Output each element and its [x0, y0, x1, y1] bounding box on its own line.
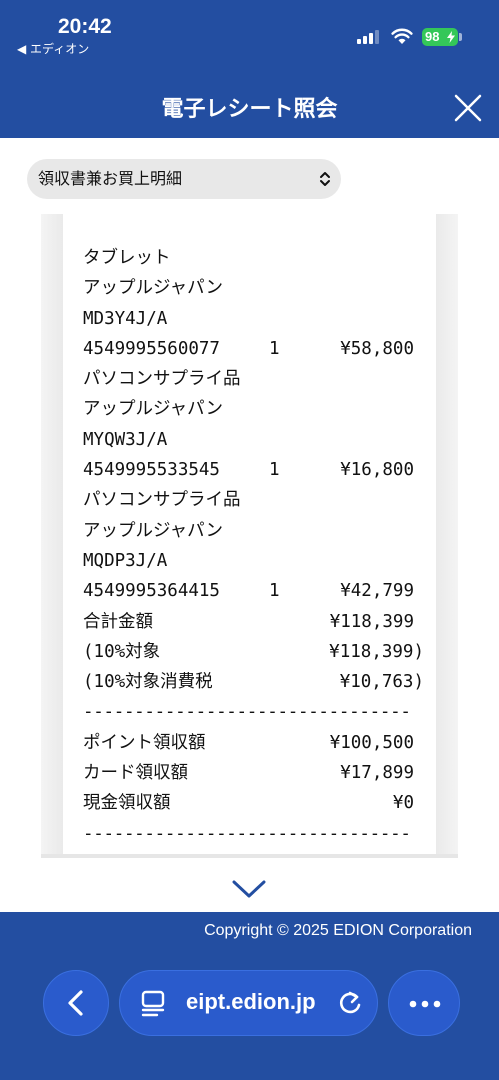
receipt-line-amount: ¥42,799 — [340, 581, 414, 602]
chevron-updown-icon — [320, 172, 330, 186]
receipt-line: MD3Y4J/A — [83, 304, 423, 334]
chevron-down-icon[interactable] — [231, 876, 267, 902]
receipt-line-text: タブレット — [83, 248, 171, 268]
receipt-line: アップルジャパン — [83, 516, 423, 546]
receipt-line-text: 4549995560077 — [83, 338, 220, 359]
receipt-line: ポイント領収額 ¥100,500 — [83, 728, 423, 758]
close-icon[interactable] — [452, 92, 484, 124]
back-button[interactable] — [43, 970, 109, 1036]
receipt-line-text: 現金領収額 — [83, 793, 171, 814]
receipt-line: アップルジャパン — [83, 273, 423, 303]
receipt-line-qty: 1 — [269, 338, 280, 359]
receipt-line-qty: 1 — [269, 460, 280, 481]
receipt-line: (10%対象 ¥118,399) — [83, 637, 424, 667]
receipt-line: パソコンサプライ品 — [83, 485, 423, 515]
receipt-line: 現金領収額 ¥0 — [83, 788, 423, 818]
page-title: 電子レシート照会 — [161, 97, 338, 122]
receipt-paper[interactable]: タブレットアップルジャパン MD3Y4J/A 4549995560077 1 ¥58,8… — [63, 214, 436, 856]
back-arrow-icon — [68, 990, 83, 1016]
receipt-type-value: 領収書兼お買上明細 — [38, 169, 183, 188]
receipt-line-text: -------------------------------- — [83, 823, 411, 844]
back-to-app-link[interactable]: ◀ エディオン — [17, 40, 89, 57]
receipt-shadow-left — [41, 214, 63, 856]
url-text: eipt.edion.jp — [186, 989, 316, 1014]
receipt-edge — [41, 854, 458, 858]
receipt-line: カード領収額 ¥17,899 — [83, 758, 423, 788]
receipt-line-text: (10%対象 — [83, 641, 161, 662]
receipt-line: MQDP3J/A — [83, 546, 423, 576]
tabs-icon — [141, 990, 165, 1017]
receipt-line-text: MYQW3J/A — [83, 429, 168, 450]
receipt-line-amount: ¥17,899 — [340, 763, 414, 784]
receipt-line: MYQW3J/A — [83, 425, 423, 455]
copyright-text: Copyright © 2025 EDION Corporation — [204, 922, 472, 939]
receipt-line-text: パソコンサプライ品 — [83, 490, 241, 511]
receipt-line: 4549995533545 1 ¥16,800 — [83, 455, 423, 485]
receipt-line-amount: ¥100,500 — [329, 732, 414, 753]
receipt-line-text: アップルジャパン — [83, 278, 223, 299]
receipt-line-text: アップルジャパン — [83, 520, 223, 541]
receipt-line: (10%対象消費税 ¥10,763) — [83, 667, 424, 697]
status-time: 20:42 — [58, 15, 112, 38]
receipt-line: アップルジャパン — [83, 394, 423, 424]
battery-indicator: 98 — [422, 28, 458, 46]
receipt-line-text: MD3Y4J/A — [83, 308, 168, 329]
receipt-line: 4549995364415 1 ¥42,799 — [83, 576, 423, 606]
receipt-line-amount: ¥58,800 — [340, 338, 414, 359]
receipt-line-text: 合計金額 — [83, 611, 153, 632]
receipt-line-text: (10%対象消費税 — [83, 672, 213, 693]
receipt-type-select[interactable]: 領収書兼お買上明細 — [27, 159, 341, 199]
receipt-shadow-right — [436, 214, 458, 856]
more-button[interactable] — [388, 970, 460, 1036]
signal-icon — [357, 30, 379, 44]
receipt-line-amount: ¥16,800 — [340, 460, 414, 481]
receipt-line: パソコンサプライ品 — [83, 364, 423, 394]
wifi-icon — [391, 28, 413, 44]
receipt-lines: タブレットアップルジャパン MD3Y4J/A 4549995560077 1 ¥58,8… — [83, 243, 424, 849]
receipt-line-amount: ¥10,763) — [339, 672, 424, 693]
address-bar[interactable]: eipt.edion.jp — [119, 970, 378, 1036]
battery-nub — [459, 33, 462, 41]
reload-icon[interactable] — [337, 989, 363, 1017]
battery-level: 98 — [425, 29, 440, 44]
receipt-line-amount: ¥0 — [392, 793, 414, 814]
more-icon — [409, 1000, 441, 1008]
receipt-line-text: MQDP3J/A — [83, 550, 168, 571]
receipt-line-text: ポイント領収額 — [83, 732, 206, 753]
receipt-line-text: 4549995533545 — [83, 460, 220, 481]
receipt-line-text: パソコンサプライ品 — [83, 369, 241, 390]
browser-footer: Copyright © 2025 EDION Corporation eipt.… — [0, 912, 499, 1080]
receipt-line: 合計金額 ¥118,399 — [83, 607, 423, 637]
receipt-line: 4549995560077 1 ¥58,800 — [83, 334, 423, 364]
receipt-divider: -------------------------------- — [83, 697, 423, 727]
receipt-line-qty: 1 — [269, 581, 280, 602]
receipt-line: タブレット — [83, 243, 423, 273]
charging-icon — [447, 31, 455, 43]
receipt-line-text: アップルジャパン — [83, 399, 223, 420]
receipt-line-text: 4549995364415 — [83, 581, 220, 602]
receipt-line-amount: ¥118,399 — [329, 611, 414, 632]
receipt-line-amount: ¥118,399) — [329, 641, 424, 662]
receipt-divider: -------------------------------- — [83, 819, 423, 849]
receipt-line-text: -------------------------------- — [83, 702, 411, 723]
top-bar: 20:42 ◀ エディオン 98 電子レシート照会 — [0, 0, 499, 138]
receipt-line-text: カード領収額 — [83, 763, 188, 784]
